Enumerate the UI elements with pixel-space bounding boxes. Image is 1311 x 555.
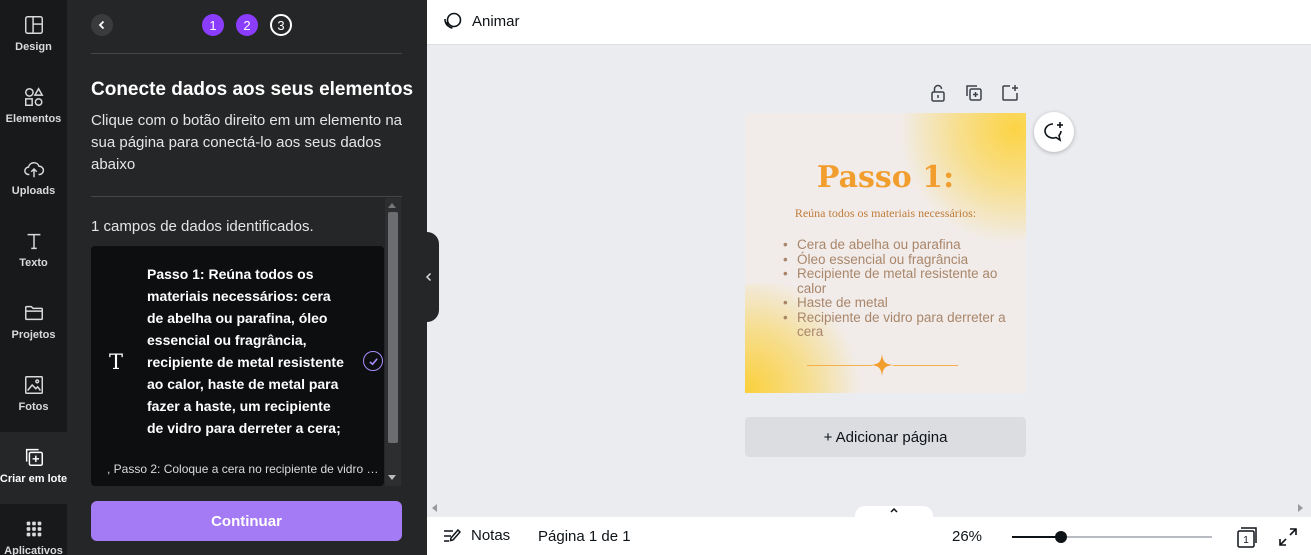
panel-scrollbar[interactable]	[385, 198, 401, 486]
scroll-down-icon[interactable]	[388, 475, 396, 480]
list-item: Haste de metal	[783, 295, 1013, 311]
zoom-slider-fill	[1012, 536, 1061, 538]
duplicate-page-icon[interactable]	[965, 84, 983, 102]
chevron-up-icon	[890, 507, 898, 513]
page-count: Página 1 de 1	[538, 528, 631, 545]
zoom-level[interactable]: 26%	[952, 528, 982, 545]
scroll-up-icon[interactable]	[388, 203, 396, 208]
sidebar-item-uploads[interactable]: Uploads	[0, 144, 67, 216]
sidebar-item-design[interactable]: Design	[0, 0, 67, 72]
pages-grid-icon[interactable]: 1	[1236, 526, 1258, 548]
folder-icon	[24, 305, 43, 321]
notes-label: Notas	[471, 527, 511, 544]
fields-count: 1 campos de dados identificados.	[91, 218, 314, 235]
lock-icon[interactable]	[929, 84, 947, 102]
list-item: Cera de abelha ou parafina	[783, 237, 1013, 253]
svg-text:1: 1	[1243, 535, 1249, 546]
sidebar-item-elementos[interactable]: Elementos	[0, 72, 67, 144]
design-page[interactable]: Passo 1: Reúna todos os materiais necess…	[745, 113, 1026, 393]
step-1[interactable]: 1	[202, 14, 224, 36]
apps-grid-icon	[26, 521, 41, 537]
sidebar-item-label: Uploads	[11, 185, 56, 197]
continue-button[interactable]: Continuar	[91, 501, 402, 541]
cloud-upload-icon	[23, 161, 44, 178]
list-item: Recipiente de metal resistente ao calor	[783, 266, 1013, 296]
text-icon	[27, 233, 40, 250]
sidebar-item-fotos[interactable]: Fotos	[0, 360, 67, 432]
app: Design Elementos Uploads Texto Projetos …	[0, 0, 1311, 555]
panel-description: Clique com o botão direito em um element…	[91, 112, 403, 173]
sparkle-icon	[871, 354, 893, 376]
step-2[interactable]: 2	[236, 14, 258, 36]
bulk-create-icon	[25, 448, 43, 466]
sidebar-item-label: Design	[15, 41, 52, 53]
list-item: Recipiente de vidro para derreter a cera	[783, 310, 1013, 340]
add-page-button[interactable]: + Adicionar página	[745, 417, 1026, 457]
panel-title: Conecte dados aos seus elementos	[91, 79, 414, 100]
scroll-thumb[interactable]	[388, 212, 398, 443]
sidebar-item-texto[interactable]: Texto	[0, 216, 67, 288]
stepper: 1 2 3	[202, 14, 292, 36]
sidebar-item-label: Aplicativos	[4, 545, 63, 555]
sidebar-item-label: Elementos	[5, 113, 62, 125]
field-value: Passo 1: Reúna todos os materiais necess…	[147, 266, 344, 436]
notes-button[interactable]: Notas	[443, 527, 510, 544]
scroll-right-icon[interactable]	[1298, 504, 1303, 512]
bulk-create-panel: 1 2 3 Conecte dados aos seus elementos C…	[67, 0, 427, 555]
notes-icon	[444, 528, 461, 542]
chevron-left-icon	[425, 272, 432, 282]
editor-topbar: Animar	[427, 0, 1311, 45]
collapse-panel-handle[interactable]	[419, 232, 439, 322]
add-page-icon[interactable]	[1001, 84, 1019, 102]
sidebar-item-label: Fotos	[18, 401, 49, 413]
field-value-continuation: , Passo 2: Coloque a cera no recipiente …	[107, 462, 383, 476]
sidebar-item-label: Texto	[19, 257, 48, 269]
decorative-line	[807, 365, 872, 366]
zoom-slider-knob[interactable]	[1055, 531, 1067, 543]
left-rail: Design Elementos Uploads Texto Projetos …	[0, 0, 67, 555]
list-item: Óleo essencial ou fragrância	[783, 252, 1013, 268]
sidebar-item-label: Criar em lote	[0, 473, 68, 485]
layout-icon	[24, 16, 43, 34]
sidebar-item-label: Projetos	[11, 329, 56, 341]
step-3: 3	[270, 14, 292, 36]
back-button[interactable]	[91, 14, 113, 36]
divider	[91, 53, 402, 54]
decorative-line	[893, 365, 958, 366]
check-circle-icon[interactable]	[363, 351, 383, 371]
page-heading[interactable]: Passo 1:	[745, 160, 1026, 195]
animate-label: Animar	[472, 12, 520, 30]
page-toolbar	[929, 84, 1019, 102]
materials-list[interactable]: Cera de abelha ou parafina Óleo essencia…	[783, 237, 1013, 340]
chevron-left-icon	[98, 20, 105, 30]
sidebar-item-aplicativos[interactable]: Aplicativos	[0, 504, 67, 555]
add-comment-button[interactable]	[1034, 112, 1074, 152]
shapes-icon	[24, 87, 44, 106]
zoom-slider[interactable]	[1012, 531, 1212, 543]
divider	[91, 196, 402, 197]
comment-add-icon	[1044, 122, 1063, 142]
page-subheading[interactable]: Reúna todos os materiais necessários:	[745, 206, 1026, 221]
scroll-left-icon[interactable]	[432, 504, 437, 512]
text-type-icon: T	[109, 350, 124, 374]
editor-footer: Notas Página 1 de 1 26% 1	[427, 517, 1311, 555]
animate-button[interactable]: Animar	[443, 11, 520, 31]
sidebar-item-criar-em-lote[interactable]: Criar em lote	[0, 432, 67, 504]
image-icon	[24, 376, 43, 394]
fullscreen-icon[interactable]	[1278, 527, 1298, 547]
animate-icon	[444, 12, 462, 29]
sidebar-item-projetos[interactable]: Projetos	[0, 288, 67, 360]
data-field-card[interactable]: T Passo 1: Reúna todos os materiais nece…	[91, 246, 384, 486]
